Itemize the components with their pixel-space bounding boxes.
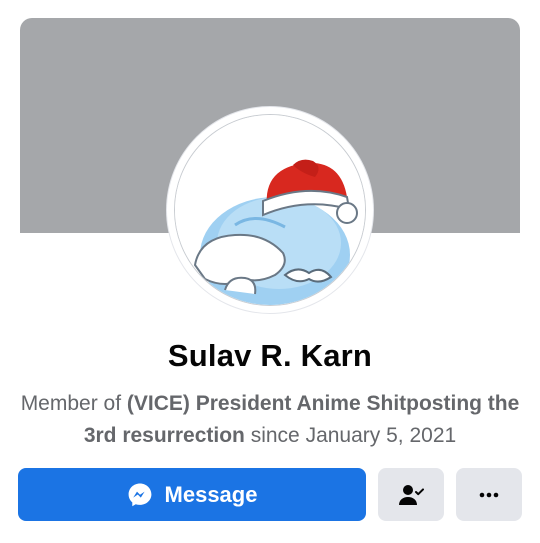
profile-picture[interactable]: [167, 107, 373, 313]
avatar-image: [175, 115, 365, 305]
more-options-button[interactable]: [456, 468, 522, 521]
membership-prefix: Member of: [20, 392, 127, 415]
friend-check-icon: [399, 484, 424, 505]
message-button[interactable]: Message: [18, 468, 366, 521]
membership-since: since January 5, 2021: [244, 424, 457, 447]
more-icon: [479, 492, 499, 497]
message-button-label: Message: [164, 481, 258, 507]
friends-button[interactable]: [378, 468, 444, 521]
group-membership-text: Member of (VICE) President Anime Shitpos…: [14, 388, 526, 452]
profile-name: Sulav R. Karn: [167, 338, 373, 373]
messenger-icon: [128, 483, 151, 506]
avatar[interactable]: [174, 114, 366, 306]
